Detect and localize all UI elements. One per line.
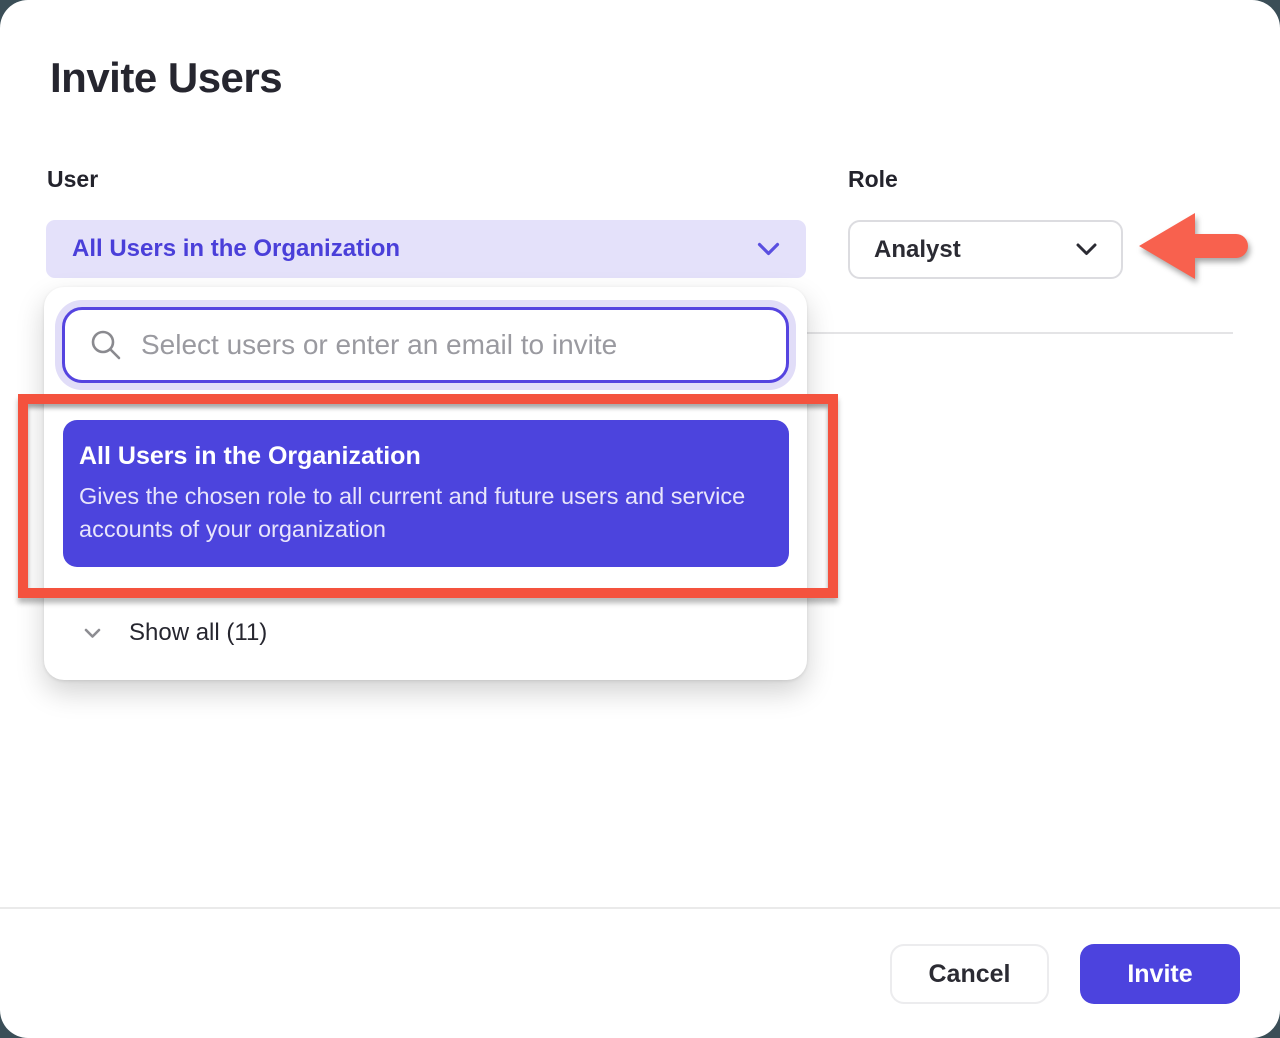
role-select-value: Analyst [874, 236, 961, 264]
option-title: All Users in the Organization [79, 442, 769, 471]
red-pointer-arrow-icon [1136, 209, 1260, 290]
chevron-down-icon [84, 628, 101, 639]
user-dropdown-value: All Users in the Organization [72, 235, 400, 263]
chevron-down-icon [1076, 243, 1097, 256]
cancel-button[interactable]: Cancel [890, 944, 1049, 1004]
section-divider [806, 332, 1233, 334]
search-icon [89, 328, 123, 362]
user-search-input[interactable] [141, 329, 762, 361]
dropdown-option-all-users[interactable]: All Users in the Organization Gives the … [63, 420, 789, 567]
screen-backdrop: Invite Users User Role All Users in the … [0, 0, 1280, 1038]
user-field-label: User [47, 166, 98, 193]
footer-divider [0, 907, 1280, 909]
show-all-label: Show all (11) [129, 619, 267, 647]
chevron-down-icon [757, 242, 780, 257]
option-description: Gives the chosen role to all current and… [79, 480, 769, 546]
user-search-field[interactable] [62, 307, 789, 383]
invite-button[interactable]: Invite [1080, 944, 1240, 1004]
role-select[interactable]: Analyst [848, 220, 1123, 279]
role-field-label: Role [848, 166, 898, 193]
invite-users-dialog: Invite Users User Role All Users in the … [0, 0, 1280, 1038]
show-all-toggle[interactable]: Show all (11) [44, 607, 807, 659]
dialog-title: Invite Users [50, 54, 282, 102]
user-dropdown-trigger[interactable]: All Users in the Organization [46, 220, 806, 278]
user-dropdown-panel: All Users in the Organization Gives the … [44, 287, 807, 680]
